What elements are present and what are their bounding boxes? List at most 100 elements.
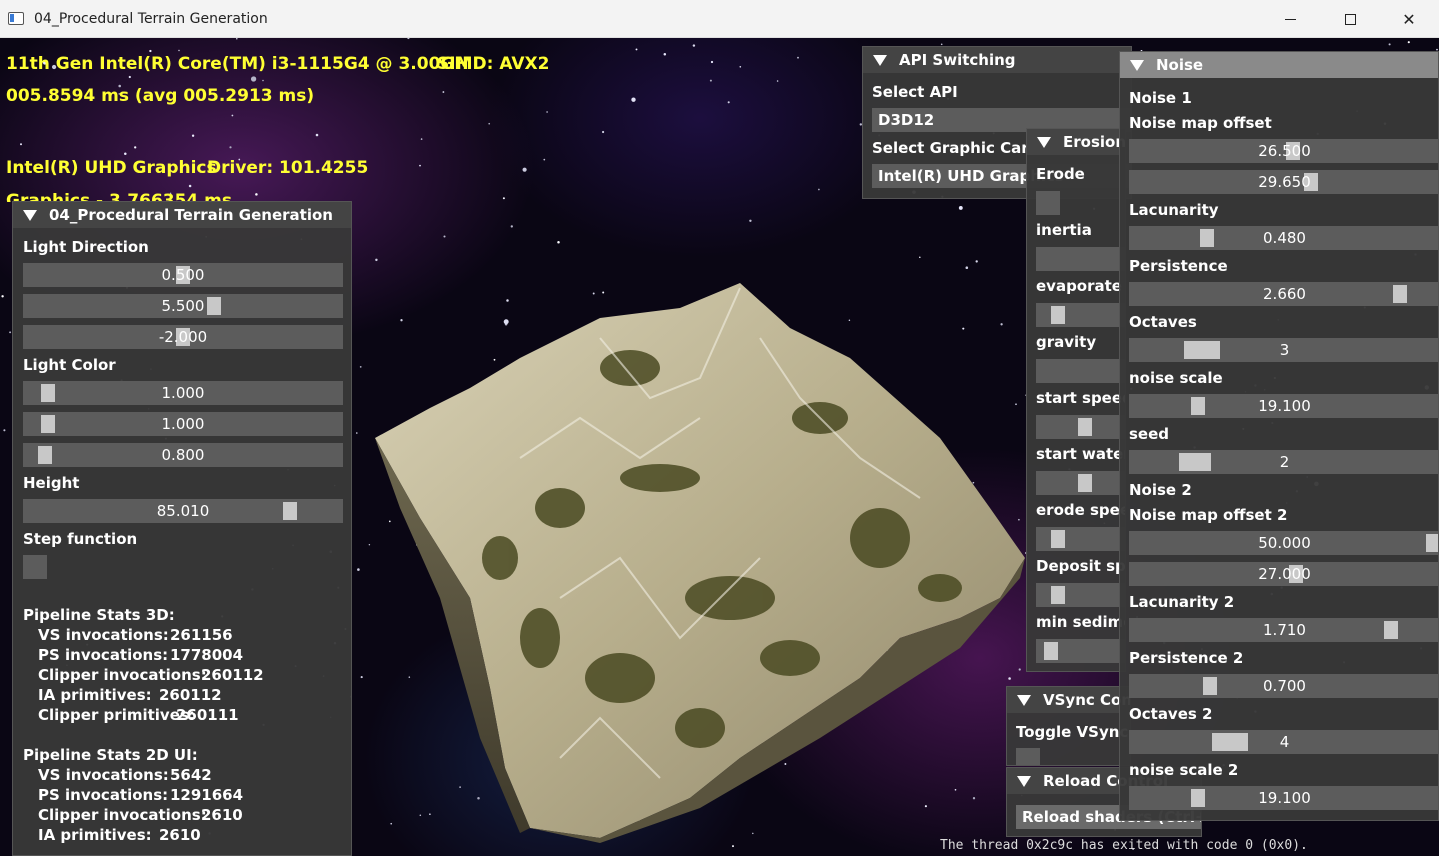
persistence-label: Persistence bbox=[1129, 257, 1228, 275]
height-label: Height bbox=[23, 474, 80, 492]
erosion-panel-title: Erosion bbox=[1063, 133, 1126, 151]
octaves-slider[interactable]: 3 bbox=[1129, 338, 1438, 362]
slider-grab[interactable] bbox=[1191, 789, 1205, 807]
height-slider[interactable]: 85.010 bbox=[23, 499, 343, 523]
noise-offset-x-slider[interactable]: 26.500 bbox=[1129, 139, 1438, 163]
slider-grab[interactable] bbox=[1212, 733, 1248, 751]
step-function-checkbox[interactable] bbox=[23, 555, 47, 579]
slider-grab[interactable] bbox=[41, 415, 55, 433]
stat-row: IA primitives: 260112 bbox=[38, 686, 338, 704]
stat-row: VS invocations: 261156 bbox=[38, 626, 338, 644]
octaves2-label: Octaves 2 bbox=[1129, 705, 1213, 723]
lacunarity2-slider[interactable]: 1.710 bbox=[1129, 618, 1438, 642]
vsync-panel-header[interactable]: VSync Control bbox=[1007, 687, 1130, 713]
stat-label: PS invocations: bbox=[38, 786, 169, 804]
lacunarity2-label: Lacunarity 2 bbox=[1129, 593, 1235, 611]
window-title: 04_Procedural Terrain Generation bbox=[34, 10, 268, 27]
collapse-icon bbox=[1017, 694, 1031, 706]
stats2d-title: Pipeline Stats 2D UI: bbox=[23, 746, 198, 764]
stat-label: IA primitives: bbox=[38, 686, 152, 704]
erosion-slider[interactable] bbox=[1036, 303, 1125, 327]
slider-grab[interactable] bbox=[1191, 397, 1205, 415]
stat-label: VS invocations: bbox=[38, 626, 169, 644]
frame-time: 005.8594 ms (avg 005.2913 ms) bbox=[6, 86, 315, 106]
persistence2-slider[interactable]: 0.700 bbox=[1129, 674, 1438, 698]
stat-row: VS invocations: 5642 bbox=[38, 766, 338, 784]
erosion-slider[interactable] bbox=[1036, 359, 1125, 383]
light-direction-x-slider[interactable]: 0.500 bbox=[23, 263, 343, 287]
erosion-label: start speed bbox=[1036, 389, 1126, 407]
stat-row: Clipper invocations: 2610 bbox=[38, 806, 338, 824]
collapse-icon bbox=[1017, 775, 1031, 787]
light-color-g-slider[interactable]: 1.000 bbox=[23, 412, 343, 436]
light-color-b-slider[interactable]: 0.800 bbox=[23, 443, 343, 467]
stat-value: 260111 bbox=[176, 706, 239, 724]
erosion-slider[interactable] bbox=[1036, 415, 1125, 439]
minimize-icon bbox=[1284, 18, 1296, 20]
light-direction-y-slider[interactable]: 5.500 bbox=[23, 294, 343, 318]
noise-map-offset-label: Noise map offset bbox=[1129, 114, 1272, 132]
light-direction-z-slider[interactable]: -2.000 bbox=[23, 325, 343, 349]
vsync-panel-title: VSync Control bbox=[1043, 691, 1131, 709]
slider-grab[interactable] bbox=[1203, 677, 1217, 695]
collapse-icon bbox=[23, 209, 37, 221]
slider-grab[interactable] bbox=[1426, 534, 1438, 552]
api-panel-header[interactable]: API Switching bbox=[863, 47, 1131, 73]
slider-grab[interactable] bbox=[38, 446, 52, 464]
seed-label: seed bbox=[1129, 425, 1170, 443]
slider-grab[interactable] bbox=[283, 502, 297, 520]
erosion-label: erode speed bbox=[1036, 501, 1125, 519]
slider-grab[interactable] bbox=[1184, 341, 1220, 359]
lacunarity-label: Lacunarity bbox=[1129, 201, 1219, 219]
erosion-label: gravity bbox=[1036, 333, 1097, 351]
slider-grab[interactable] bbox=[1393, 285, 1407, 303]
erosion-slider[interactable] bbox=[1036, 639, 1125, 663]
erosion-slider[interactable] bbox=[1036, 527, 1125, 551]
slider-grab[interactable] bbox=[41, 384, 55, 402]
light-color-r-slider[interactable]: 1.000 bbox=[23, 381, 343, 405]
noise-panel-header[interactable]: Noise bbox=[1120, 52, 1438, 78]
slider-grab[interactable] bbox=[1179, 453, 1211, 471]
stat-value: 2610 bbox=[159, 826, 201, 844]
noise-map-offset2-label: Noise map offset 2 bbox=[1129, 506, 1288, 524]
slider-grab[interactable] bbox=[207, 297, 221, 315]
octaves2-slider[interactable]: 4 bbox=[1129, 730, 1438, 754]
stat-label: PS invocations: bbox=[38, 646, 169, 664]
erosion-label: inertia bbox=[1036, 221, 1092, 239]
stat-label: Clipper invocations: bbox=[38, 666, 207, 684]
step-function-label: Step function bbox=[23, 530, 138, 548]
select-api-label: Select API bbox=[872, 83, 958, 101]
persistence-slider[interactable]: 2.660 bbox=[1129, 282, 1438, 306]
noise-offset-y-slider[interactable]: 29.650 bbox=[1129, 170, 1438, 194]
stat-row: Clipper invocations: 260112 bbox=[38, 666, 338, 684]
cpu-info: 11th Gen Intel(R) Core(TM) i3-1115G4 @ 3… bbox=[6, 54, 469, 74]
maximize-button[interactable] bbox=[1320, 0, 1380, 38]
window-titlebar: 04_Procedural Terrain Generation ✕ bbox=[0, 0, 1439, 38]
erosion-slider[interactable] bbox=[1036, 247, 1125, 271]
erosion-slider[interactable] bbox=[1036, 583, 1125, 607]
minimize-button[interactable] bbox=[1260, 0, 1320, 38]
seed-slider[interactable]: 2 bbox=[1129, 450, 1438, 474]
noise-scale-slider[interactable]: 19.100 bbox=[1129, 394, 1438, 418]
noise-offset2-y-slider[interactable]: 27.000 bbox=[1129, 562, 1438, 586]
stat-row: PS invocations: 1291664 bbox=[38, 786, 338, 804]
erosion-panel-header[interactable]: Erosion bbox=[1027, 129, 1125, 155]
close-button[interactable]: ✕ bbox=[1379, 0, 1439, 38]
noise-scale2-slider[interactable]: 19.100 bbox=[1129, 786, 1438, 810]
main-control-panel: 04_Procedural Terrain Generation Light D… bbox=[12, 201, 352, 856]
stat-label: IA primitives: bbox=[38, 826, 152, 844]
noise-panel: Noise Noise 1 Noise map offset 26.500 29… bbox=[1119, 51, 1439, 821]
select-card-label: Select Graphic Card bbox=[872, 139, 1040, 157]
main-panel-header[interactable]: 04_Procedural Terrain Generation bbox=[13, 202, 351, 228]
erosion-panel: Erosion Erode inertia evaporate gravity star… bbox=[1026, 128, 1126, 672]
lacunarity-slider[interactable]: 0.480 bbox=[1129, 226, 1438, 250]
vsync-panel: VSync Control Toggle VSync bbox=[1006, 686, 1131, 766]
vsync-checkbox[interactable] bbox=[1016, 748, 1040, 765]
erode-checkbox[interactable] bbox=[1036, 191, 1060, 215]
noise-scale2-label: noise scale 2 bbox=[1129, 761, 1239, 779]
erosion-slider[interactable] bbox=[1036, 471, 1125, 495]
noise-offset2-x-slider[interactable]: 50.000 bbox=[1129, 531, 1438, 555]
stat-label: Clipper primitives: bbox=[38, 706, 195, 724]
slider-grab[interactable] bbox=[1200, 229, 1214, 247]
slider-grab[interactable] bbox=[1384, 621, 1398, 639]
